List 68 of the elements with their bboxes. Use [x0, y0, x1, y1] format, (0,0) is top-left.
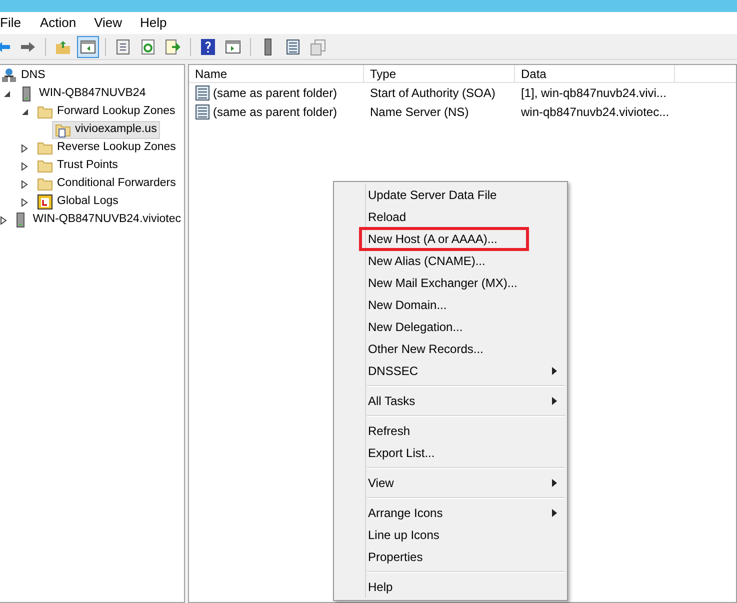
menu-item[interactable]: All Tasks: [359, 392, 416, 410]
folder-icon: [37, 158, 53, 174]
menu-item[interactable]: Line up Icons: [359, 526, 440, 544]
menu-item[interactable]: Arrange Icons: [359, 504, 443, 522]
table-cell-text: Name Server (NS): [370, 104, 469, 120]
table-cell-text: (same as parent folder): [213, 104, 338, 120]
tree-item[interactable]: DNS: [0, 67, 48, 85]
folder-icon: [37, 104, 53, 120]
menu-item[interactable]: Properties: [359, 548, 423, 566]
menu-item[interactable]: Help: [359, 578, 393, 596]
table-cell-text: win-qb847nuvb24.viviotec...: [521, 104, 670, 120]
menu-item[interactable]: Action: [30, 13, 86, 33]
menu-item[interactable]: Refresh: [359, 422, 410, 440]
expand-arrow-icon[interactable]: [21, 144, 29, 152]
menu-item[interactable]: New Delegation...: [359, 318, 463, 336]
properties-icon: [114, 38, 132, 56]
table-cell-text: Start of Authority (SOA): [370, 84, 496, 102]
submenu-arrow-icon: [552, 509, 557, 517]
help-icon: [199, 38, 217, 56]
tree-item[interactable]: Forward Lookup Zones: [34, 103, 178, 121]
table-cell-text: [1], win-qb847nuvb24.vivi...: [521, 84, 666, 102]
submenu-arrow-icon: [552, 397, 557, 405]
menu-item[interactable]: View: [359, 474, 394, 492]
network-icon: [1, 68, 17, 84]
folder-icon: [37, 176, 53, 192]
menu-item[interactable]: Help: [131, 13, 176, 33]
expand-arrow-icon[interactable]: [21, 180, 29, 188]
tree-item[interactable]: Global Logs: [34, 193, 122, 211]
log-icon: [37, 194, 53, 210]
copy-icon: [309, 38, 327, 56]
menu-item[interactable]: New Mail Exchanger (MX)...: [359, 274, 518, 292]
menu-item[interactable]: DNSSEC: [359, 362, 418, 380]
column-header[interactable]: Name: [189, 65, 364, 82]
menu-item[interactable]: New Host (A or AAAA)...: [368, 230, 498, 248]
menu-item[interactable]: New Domain...: [359, 296, 447, 314]
tree-item[interactable]: vivioexample.us: [52, 121, 160, 139]
expand-arrow-icon[interactable]: [0, 216, 8, 224]
submenu-arrow-icon: [552, 367, 557, 375]
column-header[interactable]: Type: [364, 65, 515, 82]
menu-item[interactable]: New Alias (CNAME)...: [359, 252, 486, 270]
pane-icon: [224, 38, 242, 56]
refresh-icon: [139, 38, 157, 56]
menu-item[interactable]: View: [85, 13, 132, 33]
export-icon: [164, 38, 182, 56]
menu-item[interactable]: File: [0, 13, 31, 33]
menu-item[interactable]: Other New Records...: [359, 340, 484, 358]
expand-arrow-icon[interactable]: [21, 198, 29, 206]
record-list-icon: [284, 38, 302, 56]
record-icon: [195, 84, 210, 100]
collapse-arrow-icon[interactable]: [3, 90, 11, 98]
table-cell-text: (same as parent folder): [213, 84, 338, 102]
submenu-arrow-icon: [552, 479, 557, 487]
tree-item[interactable]: WIN-QB847NUVB24: [16, 85, 149, 103]
tree-item[interactable]: Conditional Forwarders: [34, 175, 179, 193]
folder-icon: [37, 140, 53, 156]
menu-item[interactable]: Export List...: [359, 444, 435, 462]
tree-item[interactable]: WIN-QB847NUVB24.viviotec: [10, 211, 184, 229]
toolbar-button[interactable]: [77, 36, 99, 58]
menu-item[interactable]: Reload: [359, 208, 406, 226]
pane-icon: [79, 38, 97, 56]
collapse-arrow-icon[interactable]: [21, 108, 29, 116]
tree-item[interactable]: Trust Points: [34, 157, 121, 175]
zone-folder-icon: [55, 122, 71, 138]
record-icon: [195, 104, 210, 120]
expand-arrow-icon[interactable]: [21, 162, 29, 170]
tree-item[interactable]: Reverse Lookup Zones: [34, 139, 179, 157]
menu-item[interactable]: Update Server Data File: [359, 186, 497, 204]
column-header[interactable]: Data: [515, 65, 675, 82]
